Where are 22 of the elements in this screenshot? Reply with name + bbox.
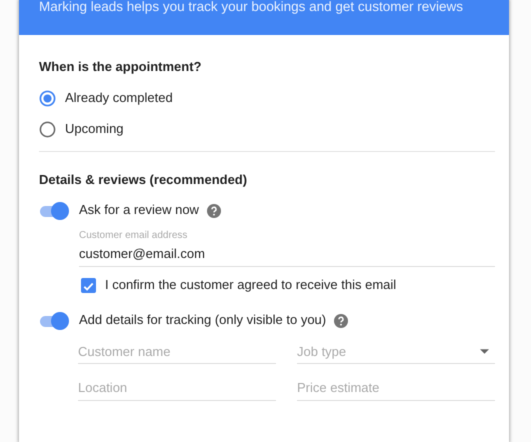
text-field[interactable]: Price estimate [297,380,495,402]
radio-icon[interactable] [39,120,56,138]
help-icon[interactable] [334,314,348,328]
checkbox-label: I confirm the customer agreed to receive this email [105,276,396,294]
radio-icon[interactable] [39,90,56,107]
caret-icon [480,348,489,354]
section-title: Details & reviews (recommended) [39,172,248,189]
dropdown-field[interactable]: Job type [297,344,495,364]
radio-option[interactable]: Already completed [39,90,173,107]
field-label: Customer email address [79,228,188,242]
text-field[interactable]: Customer name [78,344,276,364]
radio-option[interactable]: Upcoming [39,120,124,138]
header-text: Marking leads helps you track your bookings and get customer reviews [39,0,463,14]
text-field[interactable]: Location [78,380,276,402]
help-icon[interactable] [206,204,221,218]
toggle-switch[interactable] [39,202,71,220]
checkbox[interactable] [81,278,96,293]
toggle-switch[interactable] [39,312,71,330]
email-field[interactable]: customer@email.com [79,246,495,267]
toggle-label: Ask for a review now [79,202,199,220]
section-title: When is the appointment? [39,59,202,76]
toggle-label: Add details for tracking (only visible to you) [79,312,326,329]
